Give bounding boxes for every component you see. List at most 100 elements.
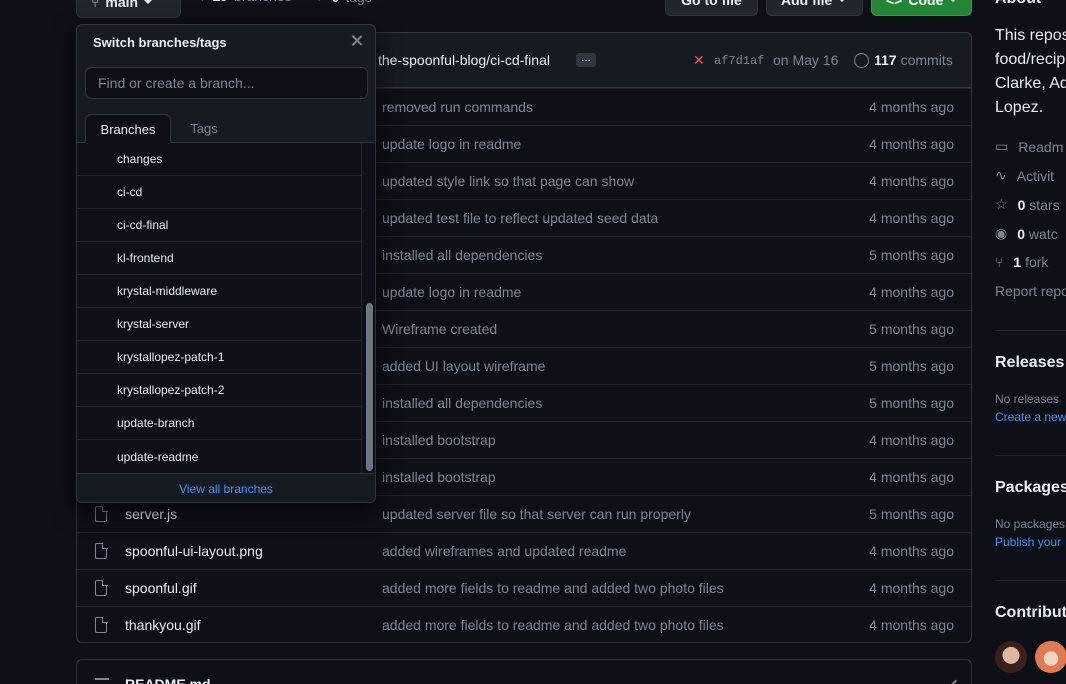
packages-title[interactable]: Packages bbox=[995, 479, 1066, 497]
readme-title[interactable]: README.md bbox=[125, 676, 211, 684]
branch-item[interactable]: krystallopez-patch-2 bbox=[77, 374, 361, 407]
commits-link[interactable]: 117 commits bbox=[874, 52, 953, 68]
forks-link[interactable]: ⑂ 1 fork bbox=[995, 254, 1048, 270]
tab-branches[interactable]: Branches bbox=[85, 114, 171, 144]
file-icon bbox=[95, 542, 108, 559]
branch-list-scrollbar[interactable] bbox=[361, 143, 375, 473]
commit-message[interactable]: updated style link so that page can show bbox=[382, 173, 634, 189]
commit-message[interactable]: installed all dependencies bbox=[382, 395, 542, 411]
sidebar-divider bbox=[995, 330, 1066, 331]
file-name[interactable]: thankyou.gif bbox=[125, 617, 201, 633]
avatar[interactable] bbox=[995, 641, 1027, 673]
packages-text: No packages bbox=[995, 517, 1066, 531]
table-row[interactable]: spoonful-ui-layout.png added wireframes a… bbox=[77, 532, 971, 569]
commit-message[interactable]: Wireframe created bbox=[382, 321, 497, 337]
create-release-link[interactable]: Create a new bbox=[995, 410, 1066, 424]
dropdown-title: Switch branches/tags bbox=[93, 35, 227, 50]
forks-count: 1 bbox=[1013, 254, 1022, 270]
watchers-count: 0 bbox=[1017, 225, 1026, 242]
list-icon[interactable] bbox=[95, 678, 109, 680]
branches-label: branches bbox=[234, 0, 292, 4]
branch-item[interactable]: ci-cd-final bbox=[77, 209, 361, 242]
readme-link[interactable]: ▭ Readm bbox=[995, 138, 1063, 155]
commit-time: 5 months ago bbox=[869, 247, 954, 263]
branch-item[interactable]: kl-frontend bbox=[77, 242, 361, 275]
commit-sha[interactable]: af7d1af bbox=[714, 54, 764, 68]
code-button[interactable]: <> Code bbox=[871, 0, 972, 16]
branch-item[interactable]: krystal-server bbox=[77, 308, 361, 341]
commit-time: 5 months ago bbox=[869, 506, 954, 522]
commit-message[interactable]: added UI layout wireframe bbox=[382, 358, 545, 374]
branch-icon: ⑂ bbox=[91, 0, 100, 10]
stars-link[interactable]: ☆ 0 stars bbox=[995, 196, 1060, 213]
commit-time: 4 months ago bbox=[869, 469, 954, 485]
avatar[interactable] bbox=[1035, 641, 1066, 673]
pencil-icon[interactable] bbox=[942, 673, 958, 684]
branch-item[interactable]: ci-cd bbox=[77, 176, 361, 209]
sidebar-divider bbox=[995, 580, 1066, 581]
code-label: Code bbox=[908, 0, 944, 8]
commit-time: 4 months ago bbox=[869, 99, 954, 115]
report-repo-link[interactable]: Report repo bbox=[995, 283, 1066, 299]
tags-label: tags bbox=[345, 0, 371, 5]
close-icon[interactable] bbox=[349, 33, 365, 49]
commit-message[interactable]: added more fields to readme and added tw… bbox=[382, 617, 724, 633]
commit-time: 5 months ago bbox=[869, 358, 954, 374]
chevron-down-icon bbox=[949, 0, 958, 2]
file-name[interactable]: server.js bbox=[125, 506, 177, 522]
commit-message[interactable]: added wireframes and updated readme bbox=[382, 543, 626, 559]
branch-item[interactable]: changes bbox=[77, 143, 361, 176]
commit-time: 5 months ago bbox=[869, 395, 954, 411]
dropdown-tabs: Branches Tags bbox=[77, 114, 375, 144]
commit-message[interactable]: removed run commands bbox=[382, 99, 533, 115]
commit-message[interactable]: installed bootstrap bbox=[382, 469, 496, 485]
releases-title[interactable]: Releases bbox=[995, 354, 1064, 372]
commit-time: 4 months ago bbox=[869, 617, 954, 633]
branch-select-button[interactable]: ⑂ main bbox=[76, 0, 181, 18]
file-icon bbox=[95, 505, 108, 522]
branches-count: 19 bbox=[212, 0, 228, 4]
commit-time: 4 months ago bbox=[869, 580, 954, 596]
branch-item[interactable]: update-branch bbox=[77, 407, 361, 440]
eye-icon: ◉ bbox=[995, 225, 1008, 241]
branch-item[interactable]: krystal-middleware bbox=[77, 275, 361, 308]
branch-search-input[interactable] bbox=[85, 67, 368, 99]
table-row[interactable]: thankyou.gif added more fields to readme … bbox=[77, 606, 971, 642]
tags-count: 0 bbox=[332, 0, 340, 5]
watchers-link[interactable]: ◉ 0 watc bbox=[995, 225, 1058, 242]
table-row[interactable]: spoonful.gif added more fields to readme … bbox=[77, 569, 971, 606]
ellipsis-button[interactable]: … bbox=[576, 53, 596, 67]
watchers-label: watc bbox=[1028, 225, 1058, 242]
contributors-title[interactable]: Contribut bbox=[995, 604, 1066, 622]
branch-switcher-dropdown: Switch branches/tags Branches Tags chang… bbox=[76, 24, 376, 503]
go-to-file-button[interactable]: Go to file bbox=[665, 0, 758, 16]
view-all-branches-link[interactable]: View all branches bbox=[77, 473, 375, 502]
commit-message[interactable]: added more fields to readme and added tw… bbox=[382, 580, 724, 596]
branch-item[interactable]: update-readme bbox=[77, 440, 361, 473]
tags-link[interactable]: ♡ 0 tags bbox=[313, 0, 372, 5]
file-name[interactable]: spoonful.gif bbox=[125, 580, 197, 596]
commit-time: 5 months ago bbox=[869, 321, 954, 337]
file-icon bbox=[95, 579, 108, 596]
branches-link[interactable]: ⑂ 19 branches bbox=[198, 0, 292, 4]
add-file-button[interactable]: Add file bbox=[766, 0, 863, 16]
activity-link[interactable]: ∿ Activit bbox=[995, 167, 1054, 184]
scrollbar-thumb[interactable] bbox=[366, 303, 373, 471]
commit-message[interactable]: updated test file to reflect updated see… bbox=[382, 210, 658, 226]
commit-message[interactable]: updated server file so that server can r… bbox=[382, 506, 691, 522]
publish-package-link[interactable]: Publish your bbox=[995, 535, 1061, 549]
commit-message[interactable]: update logo in readme bbox=[382, 136, 521, 152]
book-icon: ▭ bbox=[995, 138, 1009, 154]
commit-message[interactable]: installed all dependencies bbox=[382, 247, 542, 263]
activity-link-label: Activit bbox=[1016, 167, 1055, 184]
failed-status-icon[interactable]: ✕ bbox=[693, 52, 705, 69]
commit-message[interactable]: installed bootstrap bbox=[382, 432, 496, 448]
file-icon bbox=[95, 616, 108, 633]
about-line: food/recip bbox=[995, 51, 1066, 68]
commit-message[interactable]: update logo in readme bbox=[382, 284, 521, 300]
commit-time: 4 months ago bbox=[869, 543, 954, 559]
file-name[interactable]: spoonful-ui-layout.png bbox=[125, 543, 263, 559]
commit-message-link[interactable]: the-spoonful-blog/ci-cd-final bbox=[378, 52, 550, 68]
branch-item[interactable]: krystallopez-patch-1 bbox=[77, 341, 361, 374]
tab-tags[interactable]: Tags bbox=[171, 114, 237, 143]
